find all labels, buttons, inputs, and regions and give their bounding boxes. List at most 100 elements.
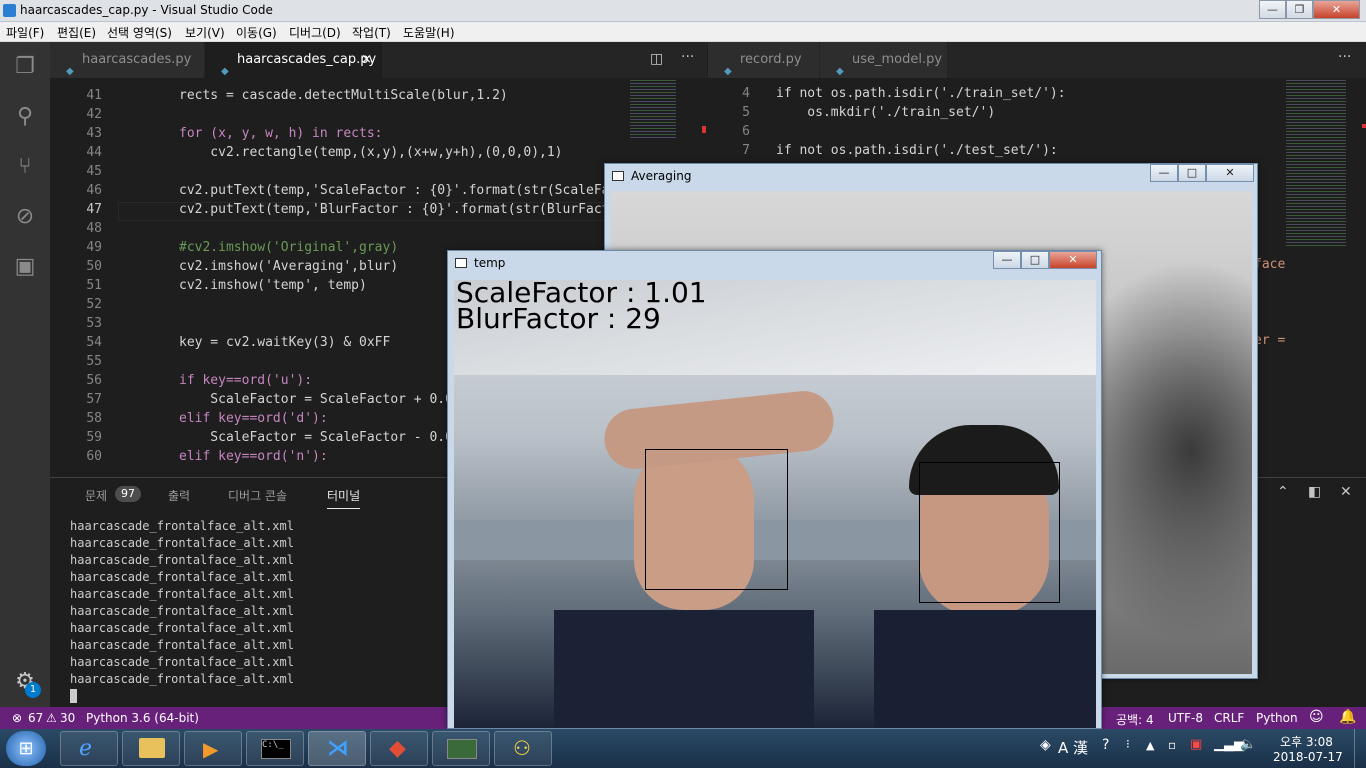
code-fragment: er = — [1254, 333, 1286, 348]
minimize-button[interactable]: — — [1259, 0, 1286, 19]
tab-output[interactable]: 출력 — [168, 487, 190, 504]
menu-view[interactable]: 보기(V) — [185, 24, 225, 41]
line-number: 50 — [86, 259, 102, 274]
face-detection-box — [919, 462, 1060, 603]
language-bar-icon[interactable]: ◈ — [1040, 737, 1051, 753]
tab-haarcascades-cap[interactable]: ◆ haarcascades_cap.py × — [205, 42, 383, 78]
show-desktop-button[interactable] — [1354, 729, 1366, 768]
python-interpreter[interactable]: Python 3.6 (64-bit) — [86, 711, 199, 725]
ime-options-icon[interactable]: ⁝ — [1126, 737, 1130, 751]
python-icon: ⚇ — [513, 736, 531, 760]
menu-selection[interactable]: 선택 영역(S) — [107, 24, 172, 41]
line-number: 41 — [86, 88, 102, 103]
minimap-preview — [1286, 78, 1346, 248]
tab-terminal[interactable]: 터미널 — [327, 487, 361, 509]
averaging-minimize-button[interactable]: — — [1150, 164, 1178, 182]
folder-icon — [139, 738, 165, 758]
line-number: 54 — [86, 335, 102, 350]
vscode-icon: ⋊ — [327, 736, 349, 761]
terminal-cursor — [70, 689, 77, 703]
show-hidden-icons[interactable]: ▲ — [1146, 739, 1154, 752]
taskbar-file-explorer[interactable] — [122, 731, 180, 766]
line-number: 48 — [86, 221, 102, 236]
menu-go[interactable]: 이동(G) — [236, 24, 277, 41]
line-number: 56 — [86, 373, 102, 388]
taskbar-media-player[interactable]: ▶ — [184, 731, 242, 766]
taskbar-vscode[interactable]: ⋊ — [308, 731, 366, 766]
taskbar-internet-explorer[interactable]: ℯ — [60, 731, 118, 766]
menu-debug[interactable]: 디버그(D) — [289, 24, 341, 41]
language-mode[interactable]: Python — [1256, 711, 1298, 725]
debug-icon[interactable]: ⊘ — [10, 202, 40, 232]
taskbar-opencv-window[interactable] — [432, 731, 490, 766]
help-icon[interactable]: ? — [1102, 737, 1109, 753]
tray-icon-1[interactable]: ▫ — [1168, 738, 1176, 752]
code-line: if not os.path.isdir('./test_set/'): — [776, 143, 1058, 158]
ime-indicator[interactable]: A 漢 — [1058, 737, 1088, 758]
more-actions-icon[interactable]: ··· — [681, 49, 694, 65]
close-tab-icon[interactable]: × — [361, 42, 372, 78]
minimap-right[interactable] — [1286, 78, 1366, 477]
menu-help[interactable]: 도움말(H) — [403, 24, 455, 41]
taskbar-command-prompt[interactable]: C:\_ — [246, 731, 304, 766]
source-control-icon[interactable]: ⑂ — [10, 152, 40, 182]
code-line: for (x, y, w, h) in rects: — [179, 126, 383, 141]
warning-icon[interactable]: ⚠ — [46, 711, 57, 725]
clock-date[interactable]: 2018-07-17 — [1273, 750, 1343, 764]
editor-tabs-left: ◆ haarcascades.py ◆ haarcascades_cap.py … — [50, 42, 707, 78]
search-icon[interactable]: ⚲ — [10, 102, 40, 132]
menu-tasks[interactable]: 작업(T) — [352, 24, 391, 41]
terminal-line: haarcascade_frontalface_alt.xml — [70, 587, 294, 601]
code-line: rects = cascade.detectMultiScale(blur,1.… — [179, 88, 508, 103]
chevron-up-icon[interactable]: ⌃ — [1277, 484, 1289, 500]
maximize-button[interactable]: ❐ — [1286, 0, 1313, 19]
tab-label: record.py — [740, 52, 802, 67]
extensions-icon[interactable]: ▣ — [10, 252, 40, 282]
warning-count[interactable]: 30 — [60, 711, 75, 725]
gear-badge: 1 — [25, 682, 41, 698]
split-editor-icon[interactable]: ◫ — [650, 51, 663, 67]
start-button[interactable]: ⊞ — [6, 731, 46, 766]
error-count[interactable]: 67 — [28, 711, 43, 725]
menu-edit[interactable]: 편집(E) — [57, 24, 96, 41]
notifications-bell-icon[interactable]: 🔔 — [1339, 709, 1356, 725]
temp-minimize-button[interactable]: — — [993, 251, 1021, 269]
tab-problems[interactable]: 문제 — [85, 487, 107, 504]
line-number: 58 — [86, 411, 102, 426]
temp-close-button[interactable]: ✕ — [1049, 251, 1097, 269]
terminal-line: haarcascade_frontalface_alt.xml — [70, 672, 294, 686]
tab-debug-console[interactable]: 디버그 콘솔 — [228, 487, 287, 504]
indentation[interactable]: 공백: 4 — [1116, 711, 1154, 728]
tab-haarcascades[interactable]: ◆ haarcascades.py — [50, 42, 205, 78]
terminal-line: haarcascade_frontalface_alt.xml — [70, 604, 294, 618]
taskbar-python[interactable]: ⚇ — [494, 731, 552, 766]
menu-file[interactable]: 파일(F) — [6, 24, 44, 41]
feedback-smiley-icon[interactable]: ☺ — [1309, 709, 1324, 725]
clock-time[interactable]: 오후 3:08 — [1280, 733, 1333, 750]
tray-alert-icon[interactable]: ▣ — [1190, 737, 1202, 752]
tab-use-model[interactable]: ◆ use_model.py — [820, 42, 948, 78]
tab-label: haarcascades_cap.py — [237, 52, 377, 67]
close-button[interactable]: ✕ — [1313, 0, 1360, 19]
toggle-panel-icon[interactable]: ◧ — [1308, 484, 1321, 500]
volume-icon[interactable]: 🔈 — [1240, 737, 1256, 752]
line-number: 5 — [742, 105, 750, 120]
window-title: haarcascades_cap.py - Visual Studio Code — [20, 3, 273, 17]
temp-maximize-button[interactable]: □ — [1021, 251, 1049, 269]
close-panel-icon[interactable]: ✕ — [1340, 484, 1352, 500]
blur-factor-overlay: BlurFactor : 29 — [456, 302, 661, 335]
person-right-shirt — [874, 610, 1096, 728]
encoding[interactable]: UTF-8 — [1168, 711, 1203, 725]
averaging-maximize-button[interactable]: □ — [1178, 164, 1206, 182]
temp-window[interactable]: temp — □ ✕ ScaleFactor : 1.01 BlurFactor… — [447, 250, 1102, 729]
line-ending[interactable]: CRLF — [1214, 711, 1244, 725]
terminal-line: haarcascade_frontalface_alt.xml — [70, 570, 294, 584]
error-icon[interactable]: ⊗ — [12, 711, 22, 725]
averaging-close-button[interactable]: ✕ — [1206, 164, 1254, 182]
taskbar-git[interactable]: ◆ — [370, 731, 428, 766]
explorer-icon[interactable]: ❐ — [10, 52, 40, 82]
more-actions-icon[interactable]: ··· — [1338, 49, 1351, 65]
code-line: elif key==ord('d'): — [179, 411, 328, 426]
tab-record[interactable]: ◆ record.py — [708, 42, 820, 78]
code-fragment: face — [1254, 257, 1286, 272]
